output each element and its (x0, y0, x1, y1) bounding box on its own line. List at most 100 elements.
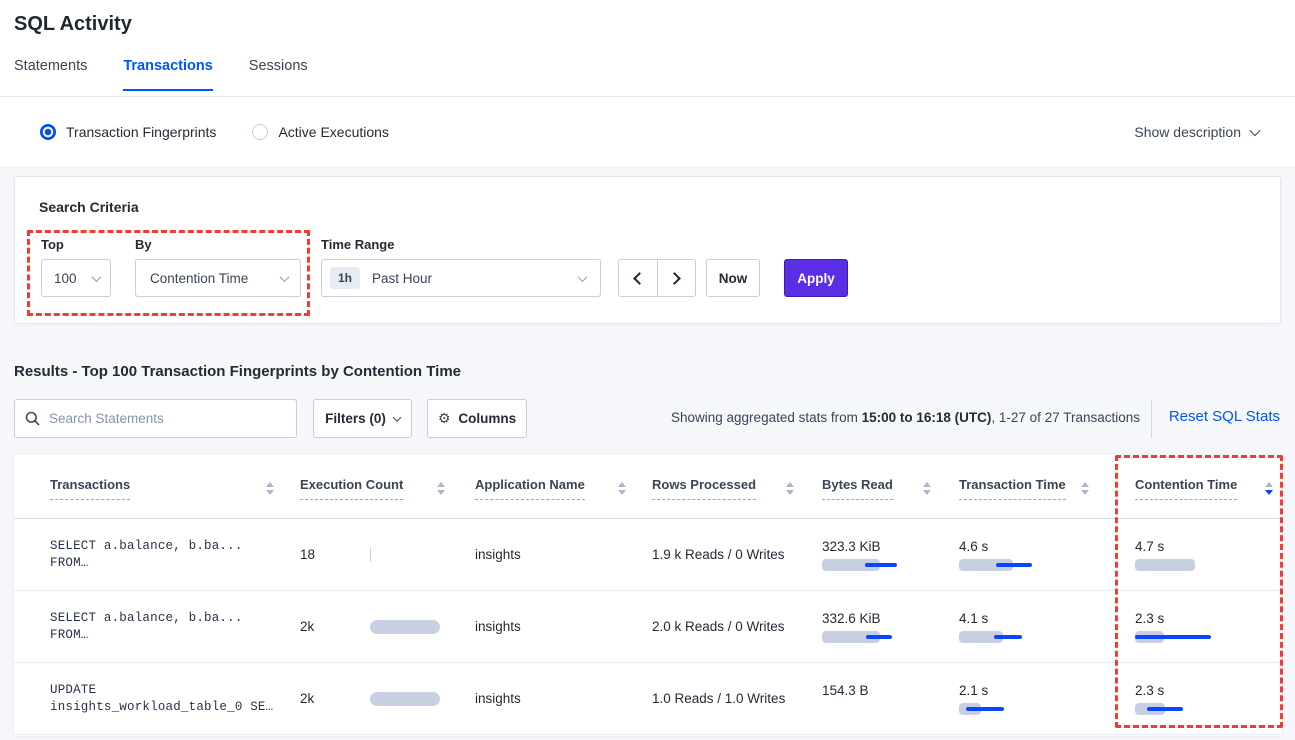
page-header: SQL Activity Statements Transactions Ses… (0, 0, 1295, 97)
tab-statements[interactable]: Statements (14, 58, 87, 91)
column-header-rows-processed[interactable]: Rows Processed (652, 455, 820, 518)
bytes-read-cell: 154.3 B (820, 663, 957, 734)
column-header-transaction-time[interactable]: Transaction Time (957, 455, 1115, 518)
transaction-fingerprint-link[interactable]: SELECT a.balance, b.ba... FROM… (14, 591, 300, 662)
search-icon (25, 411, 40, 426)
contention-time-bar (1135, 631, 1211, 643)
transaction-time-cell: 2.1 s (957, 663, 1115, 734)
tab-bar: Statements Transactions Sessions (14, 58, 1295, 91)
search-criteria-heading: Search Criteria (39, 199, 139, 215)
apply-button[interactable]: Apply (784, 259, 848, 297)
table-header-row: Transactions Execution Count Application… (14, 455, 1281, 519)
transaction-time-value: 4.6 s (959, 539, 988, 554)
column-header-transactions[interactable]: Transactions (14, 455, 300, 518)
column-header-execution-count[interactable]: Execution Count (300, 455, 471, 518)
bytes-read-value: 323.3 KiB (822, 539, 881, 554)
transaction-time-cell: 4.1 s (957, 591, 1115, 662)
top-field-label: Top (41, 237, 64, 252)
radio-unselected-icon (252, 124, 268, 140)
table-row: UPDATE insights_workload_table_0 SE… 2k … (14, 663, 1281, 735)
contention-time-cell: 2.3 s (1115, 591, 1281, 662)
show-description-toggle[interactable]: Show description (1134, 124, 1259, 140)
chevron-right-icon (668, 272, 681, 285)
radio-label: Transaction Fingerprints (66, 124, 216, 140)
top-select-value: 100 (54, 271, 77, 286)
search-criteria-card: Search Criteria Top 100 By Contention Ti… (14, 176, 1281, 324)
query-line-1: SELECT a.balance, b.ba... (50, 611, 243, 625)
tab-transactions[interactable]: Transactions (123, 58, 212, 91)
table-body: SELECT a.balance, b.ba... FROM… 18 insig… (14, 519, 1281, 735)
application-name-value: insights (475, 547, 521, 562)
column-header-contention-time[interactable]: Contention Time (1115, 455, 1281, 518)
application-name-cell: insights (471, 591, 652, 662)
rows-processed-cell: 1.9 k Reads / 0 Writes (652, 519, 820, 590)
bytes-read-bar (822, 703, 898, 715)
time-range-label: Time Range (321, 237, 394, 252)
execution-count-cell: 18 (300, 519, 471, 590)
now-button[interactable]: Now (706, 259, 760, 297)
page-title: SQL Activity (14, 13, 132, 36)
top-select[interactable]: 100 (41, 259, 111, 297)
time-range-select[interactable]: 1h Past Hour (321, 259, 601, 297)
application-name-cell: insights (471, 663, 652, 734)
sort-icon (786, 482, 794, 495)
rows-processed-cell: 1.0 Reads / 1.0 Writes (652, 663, 820, 734)
time-range-badge: 1h (330, 267, 360, 289)
sort-icon (437, 482, 445, 495)
columns-button[interactable]: ⚙ Columns (427, 399, 527, 438)
execution-count-value: 2k (300, 619, 370, 634)
sort-icon (266, 482, 274, 495)
bytes-read-cell: 323.3 KiB (820, 519, 957, 590)
bytes-read-cell: 332.6 KiB (820, 591, 957, 662)
chevron-down-icon (393, 413, 401, 421)
by-select[interactable]: Contention Time (135, 259, 301, 297)
prev-time-button[interactable] (619, 260, 657, 296)
radio-label: Active Executions (278, 124, 389, 140)
chevron-down-icon (578, 272, 588, 282)
execution-count-value: 2k (300, 691, 370, 706)
transaction-time-bar (959, 631, 1035, 643)
filters-button[interactable]: Filters (0) (313, 399, 412, 438)
chevron-down-icon (280, 272, 290, 282)
query-line-2: FROM… (50, 556, 89, 570)
rows-processed-value: 1.9 k Reads / 0 Writes (652, 547, 785, 562)
bytes-read-bar (822, 631, 898, 643)
sort-icon-active-desc (1265, 482, 1273, 495)
gear-icon: ⚙ (438, 411, 451, 427)
reset-sql-stats-link[interactable]: Reset SQL Stats (1169, 408, 1280, 425)
radio-transaction-fingerprints[interactable]: Transaction Fingerprints (40, 124, 216, 140)
rows-processed-value: 1.0 Reads / 1.0 Writes (652, 691, 785, 706)
contention-time-bar (1135, 703, 1211, 715)
query-line-1: SELECT a.balance, b.ba... (50, 539, 243, 553)
bytes-read-bar (822, 559, 898, 571)
sort-icon (1081, 482, 1089, 495)
stats-time-range: 15:00 to 16:18 (UTC) (862, 410, 992, 425)
table-row: SELECT a.balance, b.ba... FROM… 18 insig… (14, 519, 1281, 591)
by-select-value: Contention Time (150, 271, 248, 286)
rows-processed-value: 2.0 k Reads / 0 Writes (652, 619, 785, 634)
contention-time-bar (1135, 559, 1211, 571)
transaction-fingerprint-link[interactable]: SELECT a.balance, b.ba... FROM… (14, 519, 300, 590)
chevron-down-icon (92, 272, 102, 282)
query-line-2: insights_workload_table_0 SE… (50, 700, 273, 714)
application-name-value: insights (475, 691, 521, 706)
transaction-time-bar (959, 703, 1035, 715)
column-header-bytes-read[interactable]: Bytes Read (820, 455, 957, 518)
next-time-button[interactable] (657, 260, 695, 296)
transaction-fingerprint-link[interactable]: UPDATE insights_workload_table_0 SE… (14, 663, 300, 734)
radio-active-executions[interactable]: Active Executions (252, 124, 389, 140)
tab-sessions[interactable]: Sessions (249, 58, 308, 91)
search-statements-box (14, 399, 297, 438)
toolbar-divider (1151, 399, 1152, 438)
results-heading: Results - Top 100 Transaction Fingerprin… (14, 363, 461, 380)
column-header-application-name[interactable]: Application Name (471, 455, 652, 518)
application-name-cell: insights (471, 519, 652, 590)
bytes-read-value: 332.6 KiB (822, 611, 881, 626)
sort-icon (618, 482, 626, 495)
contention-time-value: 2.3 s (1135, 611, 1164, 626)
search-statements-input[interactable] (49, 411, 286, 426)
transaction-time-cell: 4.6 s (957, 519, 1115, 590)
by-field-label: By (135, 237, 152, 252)
query-line-1: UPDATE (50, 683, 96, 697)
query-line-2: FROM… (50, 628, 89, 642)
